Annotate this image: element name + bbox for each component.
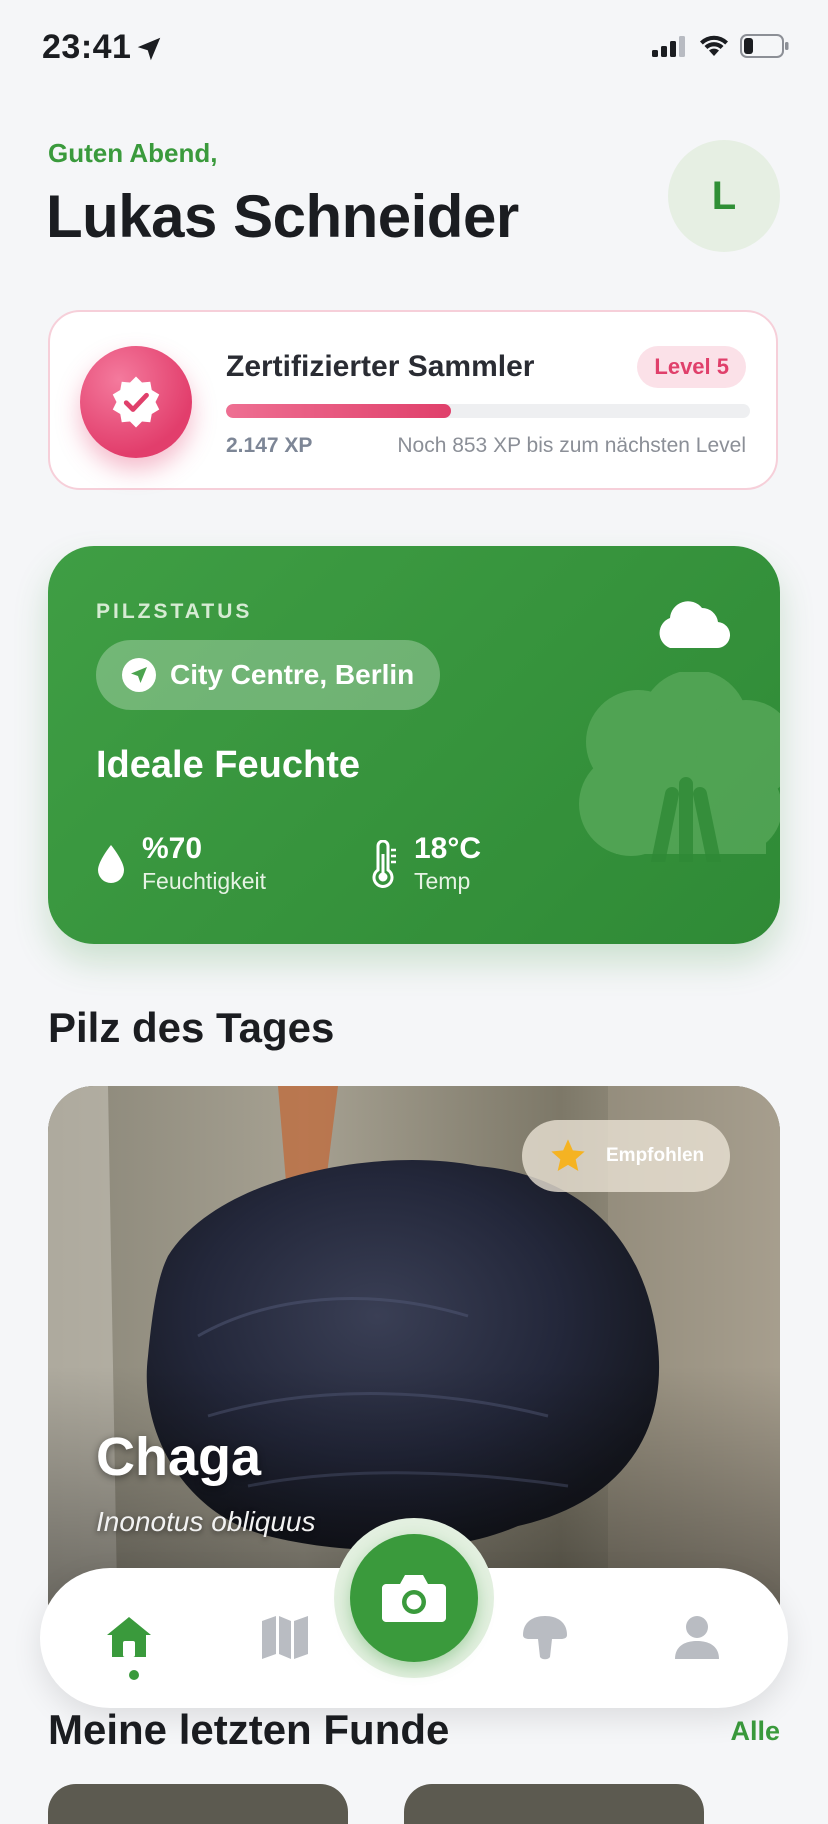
map-icon xyxy=(262,1616,308,1659)
avatar[interactable]: L xyxy=(668,140,780,252)
see-all-link[interactable]: Alle xyxy=(730,1716,780,1747)
xp-progress-bar xyxy=(226,404,750,418)
section-heading-recent-finds: Meine letzten Funde xyxy=(48,1706,450,1753)
section-heading-motd: Pilz des Tages xyxy=(48,1004,335,1051)
status-icons xyxy=(652,34,790,58)
xp-current: 2.147 XP xyxy=(226,434,313,457)
star-icon xyxy=(551,1139,585,1171)
nav-map[interactable] xyxy=(250,1604,320,1670)
cloud-icon xyxy=(659,601,731,649)
level-title: Zertifizierter Sammler xyxy=(226,350,535,383)
level-badge: Level 5 xyxy=(637,346,746,388)
wifi-icon xyxy=(700,35,728,56)
xp-progress-fill xyxy=(226,404,452,418)
tree-icon xyxy=(579,672,780,862)
nav-mushrooms[interactable] xyxy=(510,1604,580,1670)
nav-home[interactable] xyxy=(94,1604,164,1670)
status-time: 23:41 xyxy=(42,28,132,66)
recent-find-card[interactable] xyxy=(48,1784,348,1824)
recent-find-card[interactable] xyxy=(404,1784,704,1824)
humidity-label: Feuchtigkeit xyxy=(142,868,267,894)
temperature-label: Temp xyxy=(414,868,471,894)
temperature-stat: 18°C Temp xyxy=(370,832,481,896)
user-name: Lukas Schneider xyxy=(46,183,519,250)
recommended-badge: Empfohlen xyxy=(522,1120,731,1192)
nav-profile[interactable] xyxy=(662,1604,732,1670)
home-icon xyxy=(107,1617,151,1657)
camera-icon xyxy=(382,1575,446,1622)
active-indicator xyxy=(129,1670,139,1680)
location-arrow-icon xyxy=(137,37,161,61)
location-chip[interactable]: City Centre, Berlin xyxy=(96,640,441,710)
battery-icon xyxy=(740,34,789,58)
greeting: Guten Abend, xyxy=(48,138,218,168)
mushroom-name: Chaga xyxy=(96,1427,262,1487)
status-headline: Ideale Feuchte xyxy=(96,744,360,786)
recommended-label: Empfohlen xyxy=(606,1145,705,1166)
location-text: City Centre, Berlin xyxy=(170,659,415,690)
mushroom-latin-name: Inonotus obliquus xyxy=(96,1506,316,1537)
mushroom-status-card[interactable]: PILZSTATUS City Centre, Berlin Ideale Fe… xyxy=(48,546,780,944)
profile-icon xyxy=(675,1616,719,1659)
signal-icon xyxy=(652,36,685,57)
verified-badge-icon xyxy=(112,376,160,428)
avatar-initial: L xyxy=(711,173,737,218)
humidity-value: %70 xyxy=(142,832,203,865)
xp-remaining: Noch 853 XP bis zum nächsten Level xyxy=(397,434,746,457)
thermometer-icon xyxy=(372,840,396,888)
navigation-icon xyxy=(122,658,156,692)
water-drop-icon xyxy=(98,845,124,883)
mushroom-icon xyxy=(523,1616,567,1660)
badge-circle xyxy=(80,346,192,458)
temperature-value: 18°C xyxy=(414,832,482,865)
level-card[interactable]: Zertifizierter Sammler Level 5 2.147 XP … xyxy=(48,310,778,490)
humidity-stat: %70 Feuchtigkeit xyxy=(96,832,266,896)
status-label: PILZSTATUS xyxy=(96,600,253,623)
camera-button[interactable] xyxy=(350,1534,478,1662)
